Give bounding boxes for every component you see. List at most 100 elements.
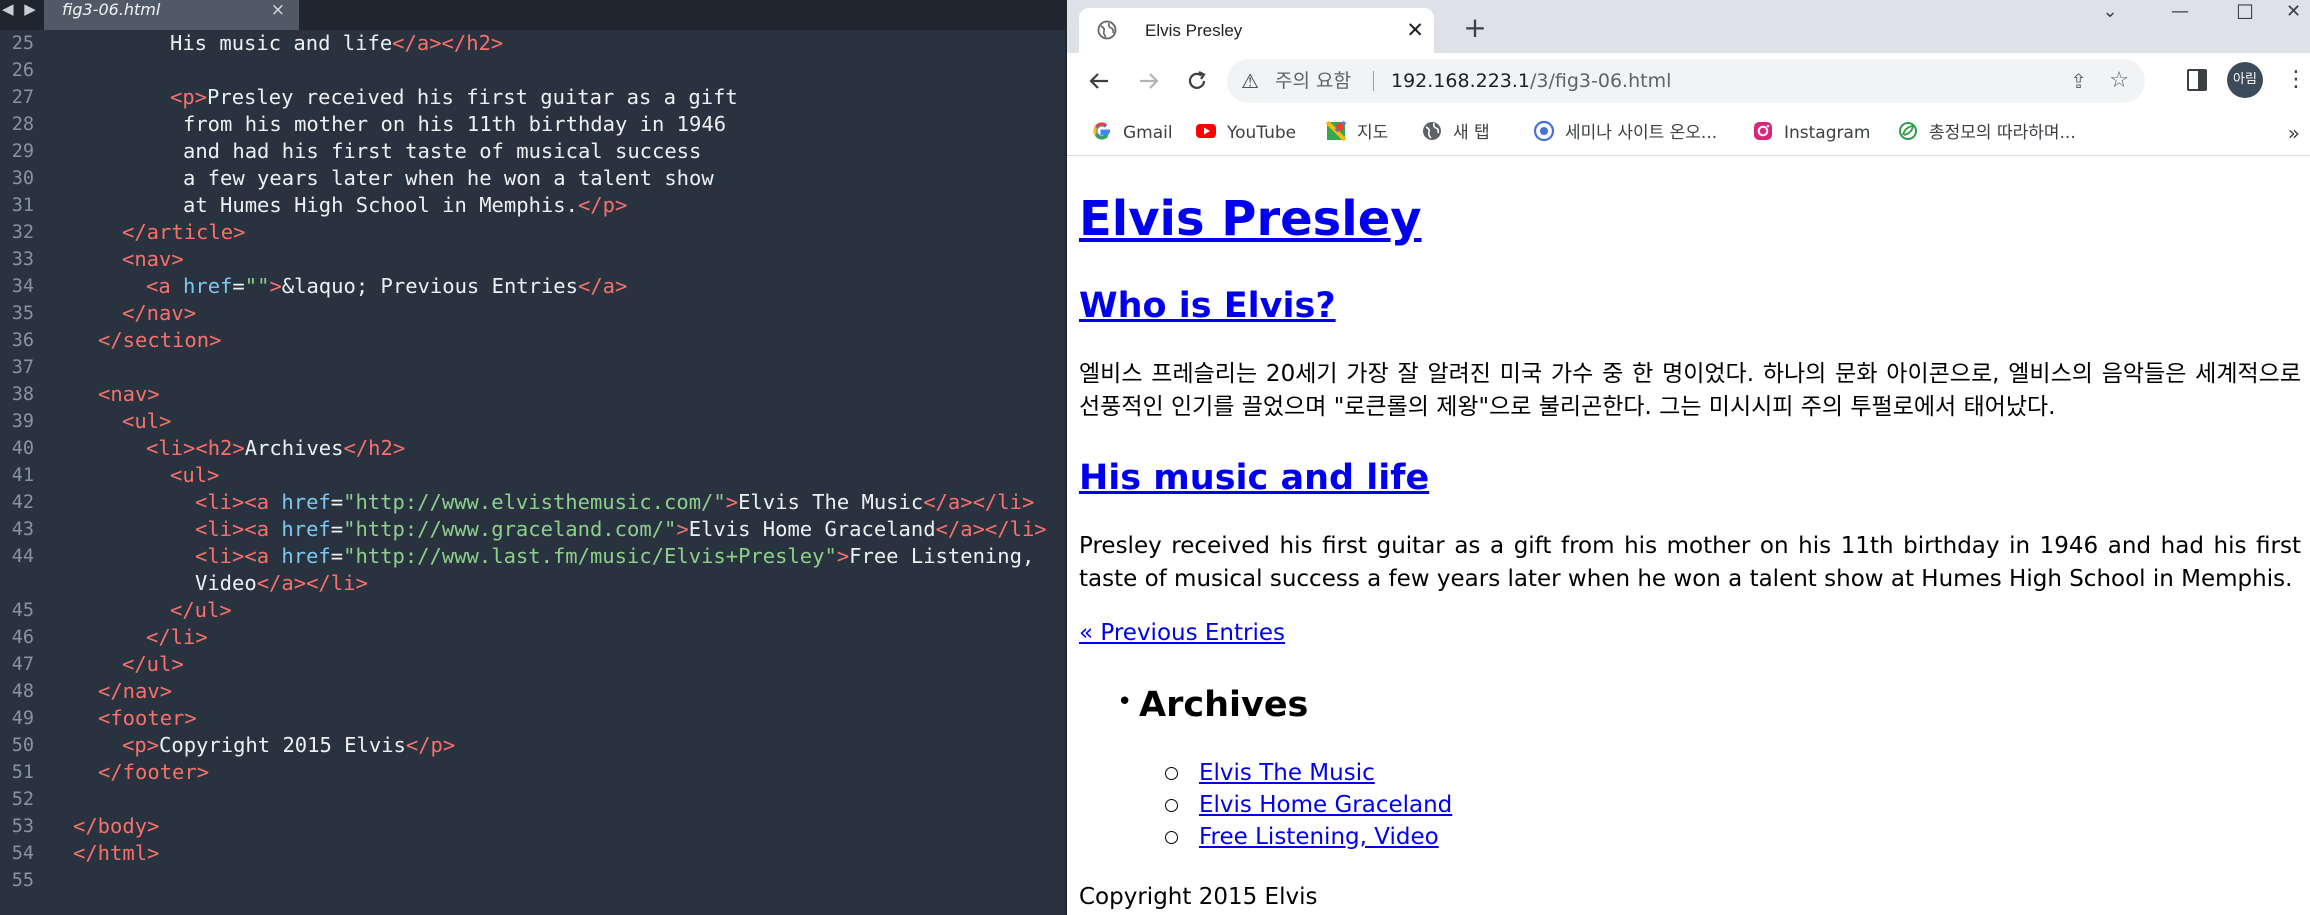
minimize-button[interactable]: —	[2145, 0, 2215, 26]
editor-file-tab[interactable]: fig3-06.html ×	[44, 0, 299, 30]
close-icon[interactable]: ×	[271, 0, 285, 20]
line-number: 36	[11, 330, 34, 351]
line-number: 35	[11, 303, 34, 324]
line-number: 26	[11, 60, 34, 81]
line-number: 34	[11, 276, 34, 297]
code-line: 42 <li><a href="http://www.elvisthemusic.…	[0, 489, 1065, 516]
star-icon[interactable]: ☆	[2109, 59, 2129, 103]
avatar[interactable]: 아림	[2227, 62, 2263, 98]
music-link[interactable]: His music and life	[1079, 458, 1429, 498]
footer-copyright: Copyright 2015 Elvis	[1079, 884, 1318, 910]
code-line: 55	[0, 867, 1065, 894]
line-number: 45	[11, 600, 34, 621]
browser-tab-elvis[interactable]: Elvis Presley ✕	[1079, 8, 1434, 53]
code-line: 36 </section>	[0, 327, 1065, 354]
code-line: 48 </nav>	[0, 678, 1065, 705]
bookmark-maps[interactable]: 지도	[1325, 110, 1388, 156]
line-number: 54	[11, 843, 34, 864]
line-number: 32	[11, 222, 34, 243]
line-number: 25	[11, 33, 34, 54]
new-tab-button[interactable]: +	[1455, 8, 1495, 48]
back-arrow-icon[interactable]	[1079, 61, 1119, 101]
globe-icon	[1097, 20, 1117, 40]
kebab-menu-icon[interactable]: ⋮	[2285, 62, 2307, 98]
warning-icon[interactable]: ⚠	[1241, 59, 1259, 103]
line-number: 49	[11, 708, 34, 729]
list-bullet	[1165, 767, 1178, 780]
line-number: 38	[11, 384, 34, 405]
code-line: 28 from his mother on his 11th birthday i…	[0, 111, 1065, 138]
reload-icon[interactable]	[1177, 61, 1217, 101]
google-icon	[1093, 122, 1110, 140]
url-text[interactable]: 192.168.223.1/3/fig3-06.html	[1391, 59, 1671, 103]
line-number: 40	[11, 438, 34, 459]
archive-link-listening[interactable]: Free Listening, Video	[1199, 821, 1439, 853]
maximize-button[interactable]: ☐	[2210, 0, 2280, 26]
tab-nav-arrows-icon[interactable]: ◀ ▶	[0, 0, 44, 30]
browser-tab-title: Elvis Presley	[1145, 21, 1243, 40]
code-line: 32 </article>	[0, 219, 1065, 246]
code-line: 54 </html>	[0, 840, 1065, 867]
title-link[interactable]: Elvis Presley	[1079, 191, 1422, 247]
bookmark-new-tab[interactable]: 새 탭	[1421, 110, 1490, 156]
line-number: 43	[11, 519, 34, 540]
tab-search-icon[interactable]: ⌄	[2075, 0, 2145, 26]
previous-entries-link[interactable]: « Previous Entries	[1079, 620, 1285, 646]
line-number: 39	[11, 411, 34, 432]
code-line: 34 <a href="">&laquo; Previous Entries</a…	[0, 273, 1065, 300]
page-viewport[interactable]: Elvis Presley Who is Elvis? 엘비스 프레슬리는 20…	[1067, 157, 2310, 915]
editor-file-tab-label: fig3-06.html	[62, 0, 161, 19]
archive-link-graceland[interactable]: Elvis Home Graceland	[1199, 789, 1452, 821]
line-number: 53	[11, 816, 34, 837]
bookmark-label: 새 탭	[1453, 123, 1490, 143]
previous-entries: « Previous Entries	[1079, 617, 2301, 650]
code-line: 33 <nav>	[0, 246, 1065, 273]
address-bar[interactable]: ⚠ 주의 요함 192.168.223.1/3/fig3-06.html ⇪ ☆	[1227, 59, 2145, 103]
code-line: 53 </body>	[0, 813, 1065, 840]
code-line: 43 <li><a href="http://www.graceland.com/…	[0, 516, 1065, 543]
who-link[interactable]: Who is Elvis?	[1079, 286, 1336, 326]
line-number: 27	[11, 87, 34, 108]
list-bullet	[1165, 799, 1178, 812]
bookmark-gmail[interactable]: Gmail	[1091, 110, 1173, 156]
code-line: 50 <p>Copyright 2015 Elvis</p>	[0, 732, 1065, 759]
code-line: 26	[0, 57, 1065, 84]
bookmarks-overflow-button[interactable]: »	[2288, 110, 2300, 156]
archive-link-music[interactable]: Elvis The Music	[1199, 757, 1375, 789]
music-paragraph: Presley received his first guitar as a g…	[1079, 533, 2301, 592]
bookmark-seminar[interactable]: 세미나 사이트 온오...	[1533, 110, 1717, 156]
code-line: 35 </nav>	[0, 300, 1065, 327]
code-line: 40 <li><h2>Archives</h2>	[0, 435, 1065, 462]
code-line: 41 <ul>	[0, 462, 1065, 489]
share-icon[interactable]: ⇪	[2070, 59, 2087, 103]
line-number: 44	[11, 546, 34, 567]
line-number: 30	[11, 168, 34, 189]
bookmark-youtube[interactable]: YouTube	[1195, 110, 1296, 156]
code-line: 37	[0, 354, 1065, 381]
bookmarks-bar: Gmail YouTube 지도 새 탭 세미나 사이트 온오... Insta…	[1067, 110, 2310, 156]
code-line: Video</a></li>	[195, 571, 368, 595]
forward-arrow-icon[interactable]	[1129, 61, 1169, 101]
leaf-icon	[1899, 122, 1917, 140]
code-line: 38 <nav>	[0, 381, 1065, 408]
line-number: 31	[11, 195, 34, 216]
code-line: 44 <li><a href="http://www.last.fm/music/…	[0, 543, 1065, 570]
globe-icon	[1423, 122, 1441, 140]
line-number: 37	[11, 357, 34, 378]
instagram-icon	[1754, 122, 1772, 140]
code-line: 27 <p>Presley received his first guitar a…	[0, 84, 1065, 111]
code-line: 30 a few years later when he won a talent…	[0, 165, 1065, 192]
code-area[interactable]: 25 His music and life</a></h2> 26 27 <p>Pr…	[0, 30, 1065, 894]
bookmark-label: 총정모의 따라하며...	[1929, 123, 2076, 143]
security-status[interactable]: 주의 요함	[1275, 59, 1351, 103]
bookmark-label: YouTube	[1227, 123, 1297, 143]
code-line: 51 </footer>	[0, 759, 1065, 786]
list-bullet	[1165, 831, 1178, 844]
window-close-button[interactable]: ✕	[2275, 0, 2310, 26]
bookmark-instagram[interactable]: Instagram	[1752, 110, 1871, 156]
section-heading-who: Who is Elvis?	[1079, 285, 1336, 327]
bookmark-follow-along[interactable]: 총정모의 따라하며...	[1897, 110, 2076, 156]
close-icon[interactable]: ✕	[1406, 8, 1424, 53]
bookmark-label: 지도	[1357, 123, 1389, 143]
side-panel-icon[interactable]	[2187, 69, 2207, 91]
